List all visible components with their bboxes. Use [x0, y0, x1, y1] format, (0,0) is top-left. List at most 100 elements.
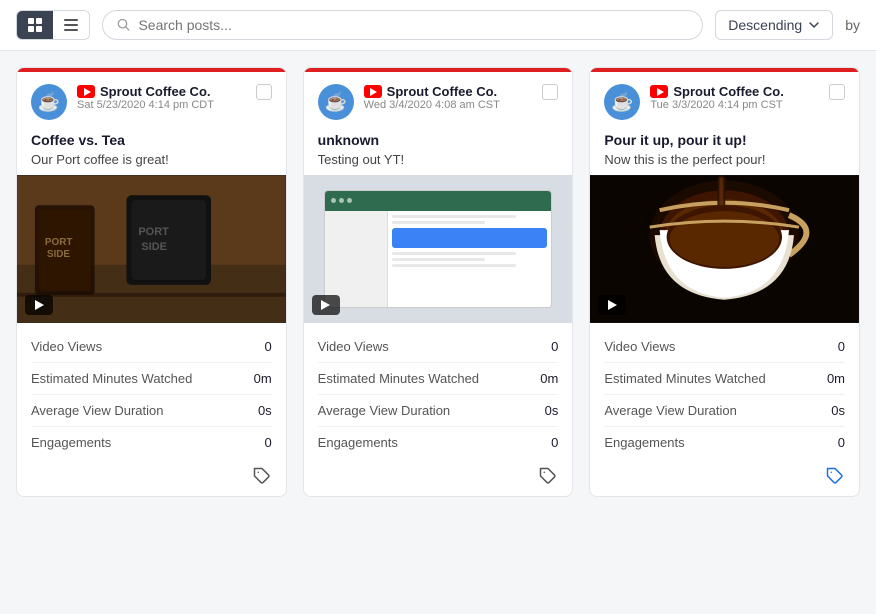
- stat-label: Estimated Minutes Watched: [318, 371, 479, 386]
- post-title: unknown: [318, 132, 559, 148]
- chevron-down-icon: [808, 19, 820, 31]
- sort-label: Descending: [728, 17, 802, 33]
- profile-name-row: Sprout Coffee Co.: [650, 84, 819, 99]
- card-title-section: Pour it up, pour it up! Now this is the p…: [590, 128, 859, 175]
- profile-name-row: Sprout Coffee Co.: [77, 84, 246, 99]
- stat-value: 0s: [831, 403, 845, 418]
- stat-label: Average View Duration: [318, 403, 451, 418]
- video-type-icon: [312, 295, 340, 315]
- card-header: ☕ Sprout Coffee Co. Tue 3/3/2020 4:14 pm…: [590, 72, 859, 128]
- svg-text:SIDE: SIDE: [141, 241, 167, 253]
- stat-row: Average View Duration 0s: [31, 395, 272, 427]
- stat-value: 0: [551, 435, 558, 450]
- screenshot-mockup: [324, 190, 552, 308]
- stat-label: Video Views: [604, 339, 675, 354]
- video-type-icon: [25, 295, 53, 315]
- youtube-icon: [364, 85, 382, 98]
- search-input[interactable]: [138, 17, 688, 33]
- avatar: ☕: [31, 84, 67, 120]
- profile-name-row: Sprout Coffee Co.: [364, 84, 533, 99]
- stat-row: Engagements 0: [604, 427, 845, 458]
- card-3: ☕ Sprout Coffee Co. Tue 3/3/2020 4:14 pm…: [589, 67, 860, 497]
- card-checkbox[interactable]: [256, 84, 272, 100]
- stat-value: 0: [264, 339, 271, 354]
- post-title: Pour it up, pour it up!: [604, 132, 845, 148]
- stat-value: 0m: [540, 371, 558, 386]
- list-view-button[interactable]: [53, 11, 89, 39]
- stat-label: Engagements: [604, 435, 684, 450]
- post-date: Tue 3/3/2020 4:14 pm CST: [650, 99, 819, 111]
- stat-label: Estimated Minutes Watched: [604, 371, 765, 386]
- post-subtitle: Testing out YT!: [318, 152, 559, 167]
- stat-row: Estimated Minutes Watched 0m: [31, 363, 272, 395]
- profile-info: Sprout Coffee Co. Tue 3/3/2020 4:14 pm C…: [650, 84, 819, 111]
- stat-label: Video Views: [318, 339, 389, 354]
- stat-row: Video Views 0: [31, 331, 272, 363]
- account-name: Sprout Coffee Co.: [673, 84, 784, 99]
- card-title-section: Coffee vs. Tea Our Port coffee is great!: [17, 128, 286, 175]
- stat-value: 0m: [254, 371, 272, 386]
- svg-text:SIDE: SIDE: [47, 249, 71, 260]
- search-icon: [117, 18, 130, 32]
- post-subtitle: Now this is the perfect pour!: [604, 152, 845, 167]
- card-checkbox[interactable]: [829, 84, 845, 100]
- video-type-icon: [598, 295, 626, 315]
- card-stats: Video Views 0 Estimated Minutes Watched …: [17, 323, 286, 458]
- post-thumbnail: [590, 175, 859, 323]
- post-subtitle: Our Port coffee is great!: [31, 152, 272, 167]
- stat-label: Video Views: [31, 339, 102, 354]
- stat-row: Engagements 0: [318, 427, 559, 458]
- stat-label: Engagements: [31, 435, 111, 450]
- youtube-icon: [77, 85, 95, 98]
- avatar: ☕: [318, 84, 354, 120]
- post-thumbnail: [304, 175, 573, 323]
- card-header: ☕ Sprout Coffee Co. Sat 5/23/2020 4:14 p…: [17, 72, 286, 128]
- stat-label: Average View Duration: [31, 403, 164, 418]
- account-name: Sprout Coffee Co.: [387, 84, 498, 99]
- card-header: ☕ Sprout Coffee Co. Wed 3/4/2020 4:08 am…: [304, 72, 573, 128]
- card-2: ☕ Sprout Coffee Co. Wed 3/4/2020 4:08 am…: [303, 67, 574, 497]
- card-stats: Video Views 0 Estimated Minutes Watched …: [590, 323, 859, 458]
- stat-value: 0: [551, 339, 558, 354]
- stat-value: 0m: [827, 371, 845, 386]
- search-bar: [102, 10, 703, 40]
- profile-info: Sprout Coffee Co. Wed 3/4/2020 4:08 am C…: [364, 84, 533, 111]
- post-date: Sat 5/23/2020 4:14 pm CDT: [77, 99, 246, 111]
- stat-row: Estimated Minutes Watched 0m: [604, 363, 845, 395]
- post-date: Wed 3/4/2020 4:08 am CST: [364, 99, 533, 111]
- stat-row: Engagements 0: [31, 427, 272, 458]
- card-title-section: unknown Testing out YT!: [304, 128, 573, 175]
- stat-label: Estimated Minutes Watched: [31, 371, 192, 386]
- stat-value: 0s: [258, 403, 272, 418]
- stat-row: Average View Duration 0s: [604, 395, 845, 427]
- post-thumbnail: PORT SIDE PORT SIDE: [17, 175, 286, 323]
- by-label: by: [845, 17, 860, 33]
- card-stats: Video Views 0 Estimated Minutes Watched …: [304, 323, 573, 458]
- tag-icon[interactable]: [538, 466, 558, 486]
- stat-value: 0s: [545, 403, 559, 418]
- sort-dropdown[interactable]: Descending: [715, 10, 833, 40]
- card-footer: [17, 458, 286, 496]
- stat-row: Estimated Minutes Watched 0m: [318, 363, 559, 395]
- card-footer: [304, 458, 573, 496]
- stat-row: Video Views 0: [318, 331, 559, 363]
- cards-grid: ☕ Sprout Coffee Co. Sat 5/23/2020 4:14 p…: [0, 51, 876, 513]
- svg-text:PORT: PORT: [45, 237, 73, 248]
- stat-row: Average View Duration 0s: [318, 395, 559, 427]
- stat-row: Video Views 0: [604, 331, 845, 363]
- profile-info: Sprout Coffee Co. Sat 5/23/2020 4:14 pm …: [77, 84, 246, 111]
- stat-label: Average View Duration: [604, 403, 737, 418]
- youtube-icon: [650, 85, 668, 98]
- tag-icon[interactable]: [252, 466, 272, 486]
- post-title: Coffee vs. Tea: [31, 132, 272, 148]
- account-name: Sprout Coffee Co.: [100, 84, 211, 99]
- stat-value: 0: [264, 435, 271, 450]
- card-checkbox[interactable]: [542, 84, 558, 100]
- tag-icon[interactable]: [825, 466, 845, 486]
- card-footer: [590, 458, 859, 496]
- thumbnail-image: PORT SIDE PORT SIDE: [17, 175, 286, 323]
- stat-value: 0: [838, 435, 845, 450]
- avatar: ☕: [604, 84, 640, 120]
- svg-text:PORT: PORT: [138, 226, 169, 238]
- grid-view-button[interactable]: [17, 11, 53, 39]
